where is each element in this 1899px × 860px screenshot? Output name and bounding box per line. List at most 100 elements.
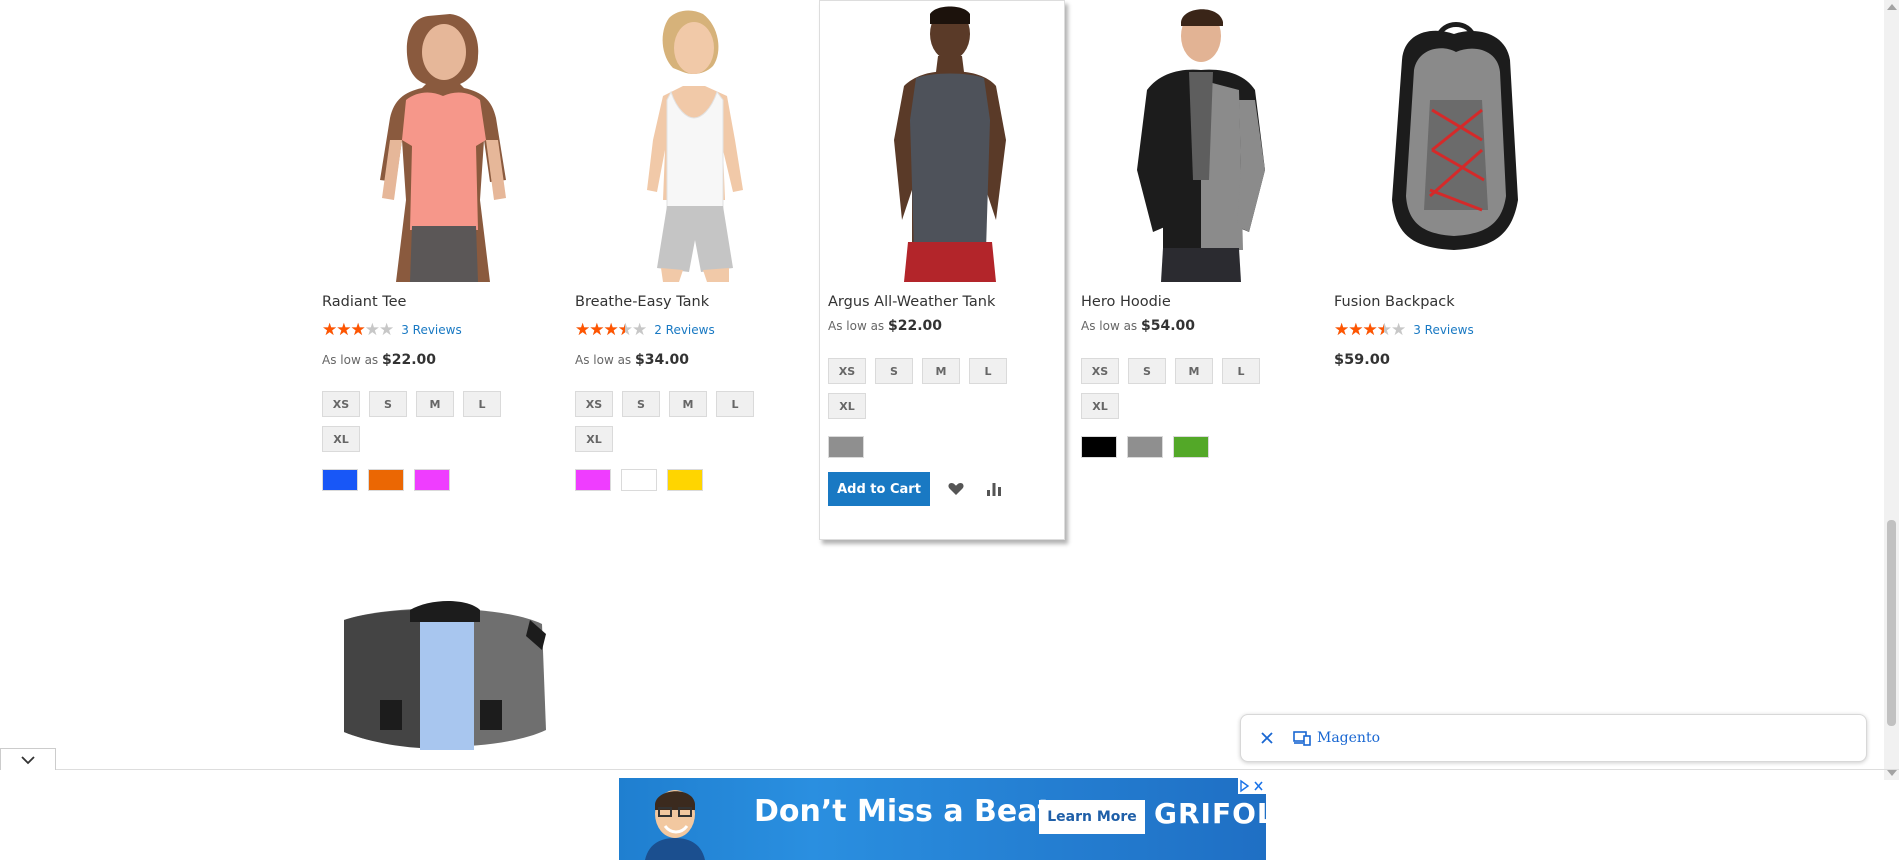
heart-icon[interactable] <box>944 477 968 501</box>
product-image[interactable] <box>1342 0 1567 282</box>
product-price: As low as $34.00 <box>575 352 815 368</box>
price-prefix: As low as <box>575 353 632 367</box>
product-price: $59.00 <box>1334 352 1574 368</box>
product-actions: Add to Cart <box>828 472 1068 506</box>
color-swatch[interactable] <box>1173 436 1209 458</box>
messenger-bag-photo <box>343 601 546 750</box>
size-option[interactable]: XL <box>322 426 360 452</box>
product-rating: ★★★★★ ★★★★★ 2 Reviews <box>575 320 815 340</box>
collapse-ad-button[interactable] <box>0 748 56 770</box>
scroll-up-arrow-icon[interactable] <box>1887 4 1897 10</box>
woman-white-tank-photo <box>646 10 743 282</box>
price-value: $34.00 <box>635 352 690 368</box>
product-rating: ★★★★★ ★★★★★ 3 Reviews <box>322 320 562 340</box>
color-options <box>322 469 562 491</box>
notification-label[interactable]: Magento <box>1317 730 1380 746</box>
size-option[interactable]: L <box>1222 358 1260 384</box>
size-option[interactable]: M <box>922 358 960 384</box>
rating-stars: ★★★★★ ★★★★★ <box>575 319 647 340</box>
size-option[interactable]: M <box>1175 358 1213 384</box>
size-option[interactable]: XS <box>322 391 360 417</box>
price-prefix: As low as <box>322 353 379 367</box>
reviews-link[interactable]: 2 Reviews <box>654 323 715 337</box>
size-options: XS S M L XL <box>575 391 775 461</box>
color-options <box>575 469 815 491</box>
color-swatch[interactable] <box>828 436 864 458</box>
woman-pink-tee-photo <box>379 14 506 282</box>
product-item: Argus All-Weather Tank As low as $22.00 … <box>828 0 1068 506</box>
scroll-down-arrow-icon[interactable] <box>1887 770 1897 776</box>
size-option[interactable]: S <box>875 358 913 384</box>
size-option[interactable]: L <box>463 391 501 417</box>
size-option[interactable]: S <box>369 391 407 417</box>
compare-icon[interactable] <box>982 477 1006 501</box>
color-swatch[interactable] <box>368 469 404 491</box>
size-option[interactable]: XS <box>828 358 866 384</box>
product-name[interactable]: Argus All-Weather Tank <box>828 294 1068 310</box>
color-swatch[interactable] <box>322 469 358 491</box>
color-swatch[interactable] <box>1081 436 1117 458</box>
price-value: $22.00 <box>888 318 943 334</box>
color-swatch[interactable] <box>667 469 703 491</box>
product-image[interactable] <box>330 600 555 760</box>
man-gray-tank-photo <box>893 6 1006 282</box>
reviews-link[interactable]: 3 Reviews <box>1413 323 1474 337</box>
product-grid: Radiant Tee ★★★★★ ★★★★★ 3 Reviews As low… <box>0 0 1884 780</box>
product-price: As low as $22.00 <box>828 318 1068 334</box>
price-prefix: As low as <box>1081 319 1138 333</box>
product-name[interactable]: Hero Hoodie <box>1081 294 1321 310</box>
size-option[interactable]: XS <box>575 391 613 417</box>
size-option[interactable]: XL <box>828 393 866 419</box>
ad-brand-logo: GRIFOLS <box>1154 797 1266 830</box>
size-options: XS S M L XL <box>322 391 522 461</box>
size-option[interactable]: S <box>622 391 660 417</box>
size-option[interactable]: XS <box>1081 358 1119 384</box>
product-name[interactable]: Radiant Tee <box>322 294 562 310</box>
product-image[interactable] <box>1089 0 1314 282</box>
scrollbar-thumb[interactable] <box>1887 520 1896 726</box>
rating-stars: ★★★★★ ★★★★★ <box>322 319 394 340</box>
notification-bar: Magento <box>1240 714 1867 762</box>
add-to-cart-button[interactable]: Add to Cart <box>828 472 930 506</box>
rating-stars: ★★★★★ ★★★★★ <box>1334 319 1406 340</box>
product-item: Breathe-Easy Tank ★★★★★ ★★★★★ 2 Reviews … <box>575 0 815 491</box>
product-item <box>322 600 562 760</box>
adchoices-icon[interactable] <box>1238 778 1266 794</box>
color-options <box>1081 436 1321 458</box>
learn-more-button[interactable]: Learn More <box>1039 800 1145 834</box>
product-image[interactable] <box>330 0 555 282</box>
price-value: $22.00 <box>382 352 437 368</box>
product-price: As low as $22.00 <box>322 352 562 368</box>
color-swatch[interactable] <box>414 469 450 491</box>
product-price: As low as $54.00 <box>1081 318 1321 334</box>
banner-ad[interactable]: Don’t Miss a Beat Learn More GRIFOLS <box>619 778 1266 860</box>
chevron-down-icon <box>21 755 35 764</box>
product-item: Fusion Backpack ★★★★★ ★★★★★ 3 Reviews $5… <box>1334 0 1574 368</box>
price-value: $54.00 <box>1141 318 1196 334</box>
size-options: XS S M L XL <box>1081 358 1281 428</box>
color-swatch[interactable] <box>621 469 657 491</box>
close-icon[interactable] <box>1255 726 1279 750</box>
product-rating: ★★★★★ ★★★★★ 3 Reviews <box>1334 320 1574 340</box>
color-swatch[interactable] <box>1127 436 1163 458</box>
ad-person-illustration <box>645 790 705 860</box>
size-option[interactable]: L <box>969 358 1007 384</box>
size-option[interactable]: XL <box>575 426 613 452</box>
size-option[interactable]: M <box>669 391 707 417</box>
product-item: Radiant Tee ★★★★★ ★★★★★ 3 Reviews As low… <box>322 0 562 491</box>
size-option[interactable]: M <box>416 391 454 417</box>
color-options <box>828 436 1068 458</box>
size-options: XS S M L XL <box>828 358 1028 428</box>
product-image[interactable] <box>583 0 808 282</box>
size-option[interactable]: L <box>716 391 754 417</box>
product-image[interactable] <box>836 0 1061 282</box>
page-scrollbar[interactable] <box>1884 0 1899 780</box>
product-name[interactable]: Breathe-Easy Tank <box>575 294 815 310</box>
color-swatch[interactable] <box>575 469 611 491</box>
size-option[interactable]: XL <box>1081 393 1119 419</box>
reviews-link[interactable]: 3 Reviews <box>401 323 462 337</box>
product-name[interactable]: Fusion Backpack <box>1334 294 1574 310</box>
product-item: Hero Hoodie As low as $54.00 XS S M L XL <box>1081 0 1321 458</box>
devices-icon <box>1293 729 1311 747</box>
size-option[interactable]: S <box>1128 358 1166 384</box>
